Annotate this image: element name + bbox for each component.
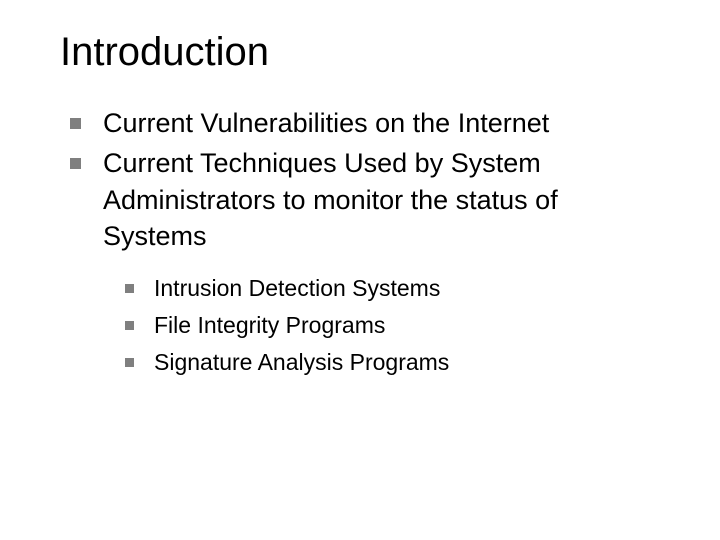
list-item: Current Techniques Used by System Admini… [70,145,660,254]
bullet-text: Current Vulnerabilities on the Internet [103,105,660,141]
slide: Introduction Current Vulnerabilities on … [0,0,720,540]
bullet-square-icon [125,358,134,367]
list-item: Current Vulnerabilities on the Internet [70,105,660,141]
bullet-square-icon [70,118,81,129]
bullet-text: Current Techniques Used by System Admini… [103,145,660,254]
list-item: File Integrity Programs [125,310,660,341]
bullet-text: File Integrity Programs [154,310,660,341]
bullet-list: Current Vulnerabilities on the Internet … [70,105,660,255]
bullet-square-icon [125,284,134,293]
list-item: Signature Analysis Programs [125,347,660,378]
sub-bullet-list: Intrusion Detection Systems File Integri… [125,273,660,378]
bullet-text: Signature Analysis Programs [154,347,660,378]
slide-title: Introduction [60,30,660,75]
bullet-square-icon [125,321,134,330]
bullet-text: Intrusion Detection Systems [154,273,660,304]
list-item: Intrusion Detection Systems [125,273,660,304]
bullet-square-icon [70,158,81,169]
